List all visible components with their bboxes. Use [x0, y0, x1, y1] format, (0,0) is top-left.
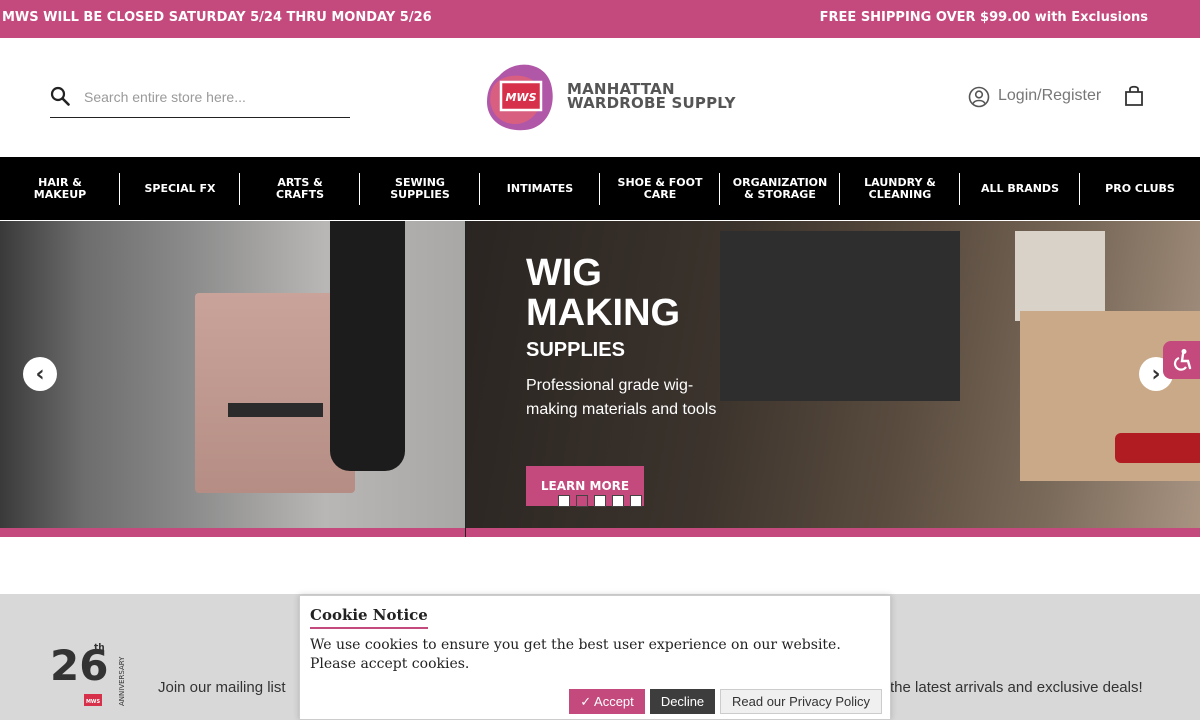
carousel-dot[interactable] [612, 495, 624, 507]
cart-icon[interactable] [1122, 84, 1146, 108]
hero-accent-bar [466, 528, 1200, 537]
login-register-label: Login/Register [998, 87, 1102, 104]
nav-item-special-fx[interactable]: SPECIAL FX [120, 157, 240, 220]
cookie-message-line-1: We use cookies to ensure you get the bes… [310, 637, 841, 653]
tool-case-image [720, 231, 960, 401]
nav-item-pro-clubs[interactable]: PRO CLUBS [1080, 157, 1200, 220]
person-leg-image [330, 221, 405, 471]
hero-description: Professional grade wig-making materials … [526, 377, 717, 418]
anniversary-badge: 26 th MWS ANNIVERSARY [50, 641, 126, 706]
chevron-left-icon: ‹ [35, 361, 45, 387]
accessibility-icon [1173, 349, 1192, 371]
logo-mark-text: MWS [505, 91, 536, 104]
nav-item-arts-crafts[interactable]: ARTS & CRAFTS [240, 157, 360, 220]
nav-item-all-brands[interactable]: ALL BRANDS [960, 157, 1080, 220]
hero-accent-bar [0, 528, 465, 537]
tote-bag-strap [228, 403, 323, 417]
logo-line-2: WARDROBE SUPPLY [567, 94, 736, 112]
logo-mark: MWS [487, 64, 553, 131]
carousel-dot-active[interactable] [576, 495, 588, 507]
nav-item-sewing-supplies[interactable]: SEWING SUPPLIES [360, 157, 480, 220]
shipping-notice: FREE SHIPPING OVER $99.00 with Exclusion… [819, 10, 1148, 25]
nav-item-intimates[interactable]: INTIMATES [480, 157, 600, 220]
hero-carousel: WIG MAKING SUPPLIES Professional grade w… [0, 221, 1200, 537]
nav-item-hair-makeup[interactable]: HAIR & MAKEUP [0, 157, 120, 220]
site-logo[interactable]: MWS MANHATTAN WARDROBE SUPPLY [485, 62, 765, 134]
hero-image-tote-bag [0, 221, 465, 528]
carousel-dot[interactable] [558, 495, 570, 507]
cookie-message-line-2: Please accept cookies. [310, 656, 470, 672]
carousel-prev-button[interactable]: ‹ [23, 357, 57, 391]
logo-wordmark: MANHATTAN WARDROBE SUPPLY [567, 82, 736, 112]
carousel-dot[interactable] [630, 495, 642, 507]
accept-cookies-button[interactable]: ✓ Accept [569, 689, 645, 714]
main-nav: HAIR & MAKEUP SPECIAL FX ARTS & CRAFTS S… [0, 157, 1200, 220]
nav-item-laundry-cleaning[interactable]: LAUNDRY & CLEANING [840, 157, 960, 220]
nav-item-organization-storage[interactable]: ORGANIZATION & STORAGE [720, 157, 840, 220]
decline-cookies-button[interactable]: Decline [650, 689, 715, 714]
clamp-image [1115, 433, 1200, 463]
accessibility-button[interactable] [1163, 341, 1200, 379]
newsletter-text-left: Join our mailing list [158, 679, 286, 696]
cookie-notice-title: Cookie Notice [310, 606, 428, 629]
announcement-bar: MWS WILL BE CLOSED SATURDAY 5/24 THRU MO… [0, 0, 1200, 38]
hero-heading: WIG MAKING [526, 252, 681, 334]
search-bar [50, 80, 350, 118]
hero-subheading: SUPPLIES [526, 339, 625, 361]
carousel-dot[interactable] [594, 495, 606, 507]
privacy-policy-button[interactable]: Read our Privacy Policy [720, 689, 882, 714]
chevron-right-icon: › [1151, 361, 1161, 387]
badge-caption: ANNIVERSARY [118, 656, 126, 706]
user-icon [968, 86, 990, 108]
newsletter-text-right: the latest arrivals and exclusive deals! [890, 679, 1143, 696]
search-input[interactable] [84, 86, 339, 108]
search-icon[interactable] [50, 86, 70, 106]
supply-bottle-image [1015, 231, 1105, 321]
cookie-notice-message: We use cookies to ensure you get the bes… [310, 636, 870, 674]
badge-mark: MWS [86, 699, 100, 705]
cookie-notice: Cookie Notice We use cookies to ensure y… [299, 595, 891, 720]
nav-item-shoe-foot-care[interactable]: SHOE & FOOT CARE [600, 157, 720, 220]
closure-notice: MWS WILL BE CLOSED SATURDAY 5/24 THRU MO… [2, 10, 432, 25]
badge-suffix: th [94, 643, 105, 653]
